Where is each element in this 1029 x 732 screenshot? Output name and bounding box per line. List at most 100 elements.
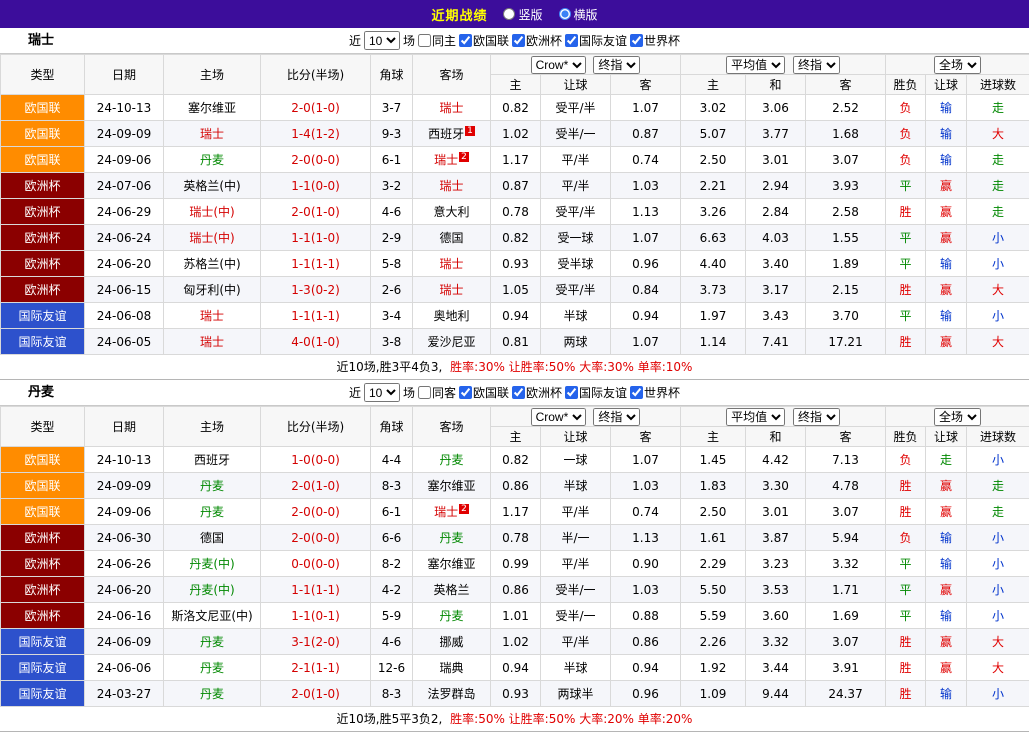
league-checkbox-nations[interactable]: 欧国联 xyxy=(459,32,509,49)
result-cell: 平 xyxy=(886,551,926,577)
euro-away-odds-cell: 3.07 xyxy=(806,499,886,525)
goals-result-cell: 走 xyxy=(967,499,1029,525)
handicap-result-cell: 输 xyxy=(926,95,967,121)
league-checkbox-euro[interactable]: 欧洲杯 xyxy=(512,32,562,49)
away-team-cell: 瑞士2 xyxy=(413,499,491,525)
asian-home-odds-cell: 0.82 xyxy=(491,225,541,251)
result-cell: 平 xyxy=(886,603,926,629)
away-team-cell: 瑞士 xyxy=(413,277,491,303)
euro-avg-select[interactable]: 平均值 xyxy=(726,56,785,74)
layout-horizontal-option[interactable]: 横版 xyxy=(559,6,598,23)
corner-cell: 3-4 xyxy=(371,303,413,329)
asian-time-select[interactable]: 终指 xyxy=(593,408,640,426)
col-asian-handicap: 让球 xyxy=(541,427,611,447)
result-cell: 平 xyxy=(886,303,926,329)
league-checkbox-friendly[interactable]: 国际友谊 xyxy=(565,384,627,401)
league-cell: 欧国联 xyxy=(1,121,85,147)
scope-select[interactable]: 全场 xyxy=(934,408,981,426)
euro-draw-odds-cell: 3.43 xyxy=(746,303,806,329)
team-label: 丹麦(中) xyxy=(189,583,234,597)
score-cell: 1-3(0-2) xyxy=(261,277,371,303)
league-checkbox-nations[interactable]: 欧国联 xyxy=(459,384,509,401)
asian-home-odds-cell: 0.99 xyxy=(491,551,541,577)
same-venue-checkbox[interactable]: 同客 xyxy=(418,384,456,401)
team-label: 丹麦 xyxy=(439,609,463,623)
same-venue-checkbox[interactable]: 同主 xyxy=(418,32,456,49)
team-label: 瑞典 xyxy=(439,661,463,675)
card-badge: 2 xyxy=(459,504,469,514)
score-cell: 2-0(1-0) xyxy=(261,199,371,225)
date-cell: 24-10-13 xyxy=(85,95,164,121)
result-cell: 平 xyxy=(886,251,926,277)
match-row: 欧洲杯24-06-26丹麦(中)0-0(0-0)8-2塞尔维亚0.99平/半0.… xyxy=(1,551,1029,577)
result-cell: 胜 xyxy=(886,277,926,303)
score-cell: 2-0(1-0) xyxy=(261,473,371,499)
col-score: 比分(半场) xyxy=(261,407,371,447)
asian-odds-group: Crow* 终指 xyxy=(491,55,681,75)
score-cell: 1-1(1-1) xyxy=(261,303,371,329)
team-label: 塞尔维亚 xyxy=(188,101,236,115)
scope-select[interactable]: 全场 xyxy=(934,56,981,74)
home-team-cell: 丹麦 xyxy=(164,499,261,525)
asian-handicap-cell: 受一球 xyxy=(541,225,611,251)
euro-away-odds-cell: 3.70 xyxy=(806,303,886,329)
handicap-result-cell: 输 xyxy=(926,147,967,173)
col-result: 胜负 xyxy=(886,75,926,95)
match-row: 欧洲杯24-06-30德国2-0(0-0)6-6丹麦0.78半/一1.131.6… xyxy=(1,525,1029,551)
goals-result-cell: 走 xyxy=(967,173,1029,199)
col-asian-away: 客 xyxy=(611,427,681,447)
away-team-cell: 法罗群岛 xyxy=(413,681,491,707)
filter-controls: 近 10 场 同客 欧国联 欧洲杯 国际友谊 世界杯 xyxy=(349,383,680,402)
league-cell: 欧洲杯 xyxy=(1,251,85,277)
match-row: 欧洲杯24-06-29瑞士(中)2-0(1-0)4-6意大利0.78受平/半1.… xyxy=(1,199,1029,225)
asian-home-odds-cell: 0.93 xyxy=(491,251,541,277)
asian-handicap-cell: 受半/一 xyxy=(541,603,611,629)
goals-result-cell: 走 xyxy=(967,95,1029,121)
col-euro-home: 主 xyxy=(681,427,746,447)
league-cell: 欧洲杯 xyxy=(1,551,85,577)
score-cell: 1-1(0-1) xyxy=(261,603,371,629)
col-type: 类型 xyxy=(1,55,85,95)
asian-time-select[interactable]: 终指 xyxy=(593,56,640,74)
asian-away-odds-cell: 1.07 xyxy=(611,225,681,251)
league-checkbox-friendly[interactable]: 国际友谊 xyxy=(565,32,627,49)
horizontal-radio[interactable] xyxy=(559,8,571,20)
league-checkbox-worldcup[interactable]: 世界杯 xyxy=(630,32,680,49)
league-cell: 欧国联 xyxy=(1,147,85,173)
euro-time-select[interactable]: 终指 xyxy=(793,408,840,426)
away-team-cell: 德国 xyxy=(413,225,491,251)
away-team-cell: 西班牙1 xyxy=(413,121,491,147)
asian-handicap-cell: 受平/半 xyxy=(541,95,611,121)
score-cell: 2-0(0-0) xyxy=(261,499,371,525)
corner-cell: 8-2 xyxy=(371,551,413,577)
asian-handicap-cell: 受半/一 xyxy=(541,577,611,603)
away-team-cell: 英格兰 xyxy=(413,577,491,603)
handicap-result-cell: 输 xyxy=(926,251,967,277)
euro-away-odds-cell: 24.37 xyxy=(806,681,886,707)
bookmaker-select[interactable]: Crow* xyxy=(531,408,586,426)
goals-result-cell: 大 xyxy=(967,329,1029,355)
euro-time-select[interactable]: 终指 xyxy=(793,56,840,74)
corner-cell: 5-9 xyxy=(371,603,413,629)
col-away: 客场 xyxy=(413,55,491,95)
euro-away-odds-cell: 1.68 xyxy=(806,121,886,147)
euro-home-odds-cell: 4.40 xyxy=(681,251,746,277)
asian-handicap-cell: 受半/一 xyxy=(541,121,611,147)
euro-draw-odds-cell: 3.44 xyxy=(746,655,806,681)
team-label: 匈牙利(中) xyxy=(183,283,240,297)
vertical-radio[interactable] xyxy=(503,8,515,20)
match-count-select[interactable]: 10 xyxy=(364,31,400,50)
euro-avg-select[interactable]: 平均值 xyxy=(726,408,785,426)
euro-home-odds-cell: 2.21 xyxy=(681,173,746,199)
away-team-cell: 瑞士 xyxy=(413,173,491,199)
page-title: 近期战绩 xyxy=(431,5,487,24)
league-checkbox-worldcup[interactable]: 世界杯 xyxy=(630,384,680,401)
bookmaker-select[interactable]: Crow* xyxy=(531,56,586,74)
goals-result-cell: 小 xyxy=(967,447,1029,473)
match-count-select[interactable]: 10 xyxy=(364,383,400,402)
league-cell: 国际友谊 xyxy=(1,681,85,707)
league-checkbox-euro[interactable]: 欧洲杯 xyxy=(512,384,562,401)
asian-handicap-cell: 两球 xyxy=(541,329,611,355)
home-team-cell: 瑞士(中) xyxy=(164,199,261,225)
layout-vertical-option[interactable]: 竖版 xyxy=(503,6,542,23)
